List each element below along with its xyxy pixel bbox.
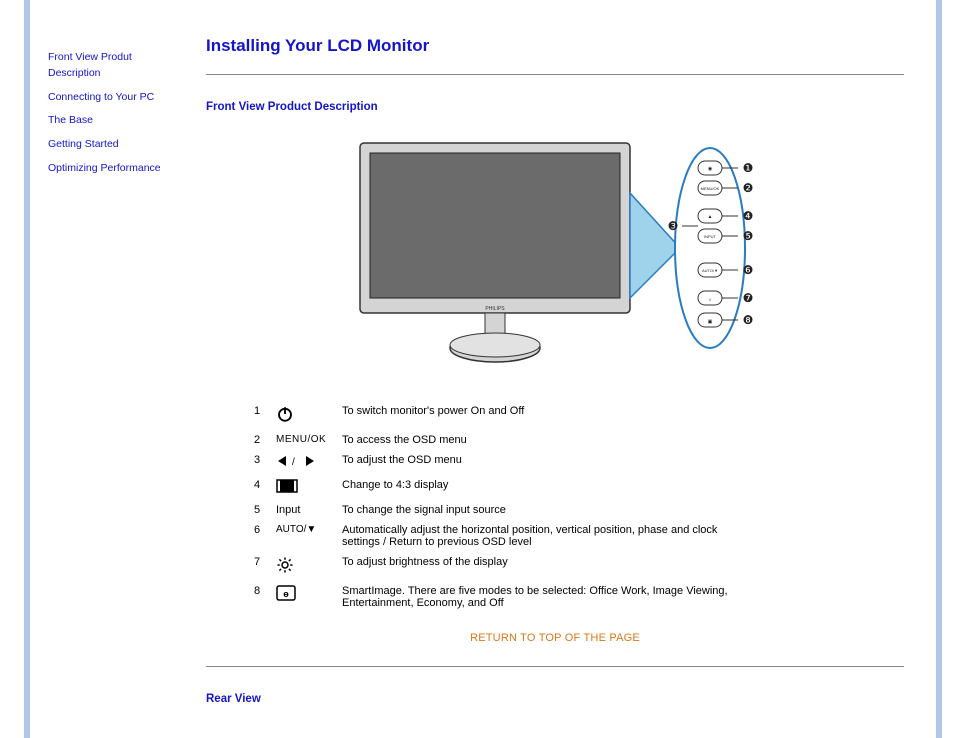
sidebar: Front View Produt Description Connecting… <box>30 0 190 738</box>
table-row: 7 To adjust brightness of the display <box>248 553 736 580</box>
legend-num: 5 <box>248 501 268 519</box>
sidebar-item-getting-started[interactable]: Getting Started <box>48 137 182 153</box>
monitor-svg: PHILIPS ◉ ❶ <box>340 133 770 373</box>
svg-text:❽: ❽ <box>743 313 754 327</box>
svg-text:❻: ❻ <box>743 263 754 277</box>
legend-table: 1 To switch monitor's power On and Off 2… <box>246 400 738 614</box>
table-row: 8 ɵ SmartImage. There are five modes to … <box>248 582 736 612</box>
legend-num: 7 <box>248 553 268 580</box>
monitor-diagram: PHILIPS ◉ ❶ <box>206 133 904 376</box>
legend-desc: To adjust brightness of the display <box>336 553 736 580</box>
legend-desc: SmartImage. There are five modes to be s… <box>336 582 736 612</box>
sidebar-item-front-view[interactable]: Front View Produt Description <box>48 50 182 82</box>
legend-desc: Automatically adjust the horizontal posi… <box>336 521 736 551</box>
return-to-top-link[interactable]: RETURN TO TOP OF THE PAGE <box>206 632 904 644</box>
smartimage-icon: ɵ <box>270 582 334 612</box>
svg-text:◉: ◉ <box>708 166 713 172</box>
svg-text:☼: ☼ <box>708 297 713 303</box>
power-icon <box>270 402 334 429</box>
sidebar-item-base[interactable]: The Base <box>48 113 182 129</box>
ratio-icon <box>270 476 334 499</box>
legend-desc: To switch monitor's power On and Off <box>336 402 736 429</box>
legend-desc: To access the OSD menu <box>336 431 736 449</box>
page-title: Installing Your LCD Monitor <box>206 36 904 56</box>
svg-text:/: / <box>292 457 295 468</box>
left-right-icon: / <box>270 451 334 474</box>
svg-text:▣: ▣ <box>708 319 713 325</box>
svg-text:❸: ❸ <box>668 219 679 233</box>
svg-text:INPUT: INPUT <box>704 234 717 239</box>
legend-desc: Change to 4:3 display <box>336 476 736 499</box>
legend-num: 3 <box>248 451 268 474</box>
svg-text:❼: ❼ <box>743 291 754 305</box>
brightness-icon <box>270 553 334 580</box>
legend-num: 1 <box>248 402 268 429</box>
section-heading-rear-view: Rear View <box>206 693 904 705</box>
main-content: Installing Your LCD Monitor Front View P… <box>190 0 936 738</box>
table-row: 1 To switch monitor's power On and Off <box>248 402 736 429</box>
sidebar-item-optimizing[interactable]: Optimizing Performance <box>48 161 182 177</box>
legend-num: 8 <box>248 582 268 612</box>
svg-text:❶: ❶ <box>743 161 754 175</box>
svg-text:MENU/OK: MENU/OK <box>701 186 720 191</box>
menu-ok-icon: MENU/OK <box>270 431 334 449</box>
page: Front View Produt Description Connecting… <box>24 0 942 738</box>
svg-text:▲: ▲ <box>708 214 713 220</box>
svg-text:❹: ❹ <box>743 209 754 223</box>
svg-text:PHILIPS: PHILIPS <box>485 306 505 312</box>
divider <box>206 666 904 667</box>
svg-text:❷: ❷ <box>743 181 754 195</box>
legend-desc: To change the signal input source <box>336 501 736 519</box>
table-row: 4 Change to 4:3 display <box>248 476 736 499</box>
legend-num: 2 <box>248 431 268 449</box>
svg-text:AUTO/▼: AUTO/▼ <box>702 268 718 273</box>
legend-num: 6 <box>248 521 268 551</box>
legend-num: 4 <box>248 476 268 499</box>
sidebar-item-connecting[interactable]: Connecting to Your PC <box>48 90 182 106</box>
legend-desc: To adjust the OSD menu <box>336 451 736 474</box>
table-row: 6 AUTO/▼ Automatically adjust the horizo… <box>248 521 736 551</box>
table-row: 2 MENU/OK To access the OSD menu <box>248 431 736 449</box>
input-icon: Input <box>270 501 334 519</box>
svg-text:ɵ: ɵ <box>283 589 289 599</box>
table-row: 3 / To adjust the OSD menu <box>248 451 736 474</box>
divider <box>206 74 904 75</box>
section-heading-front-view: Front View Product Description <box>206 101 904 113</box>
table-row: 5 Input To change the signal input sourc… <box>248 501 736 519</box>
svg-text:❺: ❺ <box>743 229 754 243</box>
auto-down-icon: AUTO/▼ <box>270 521 334 551</box>
